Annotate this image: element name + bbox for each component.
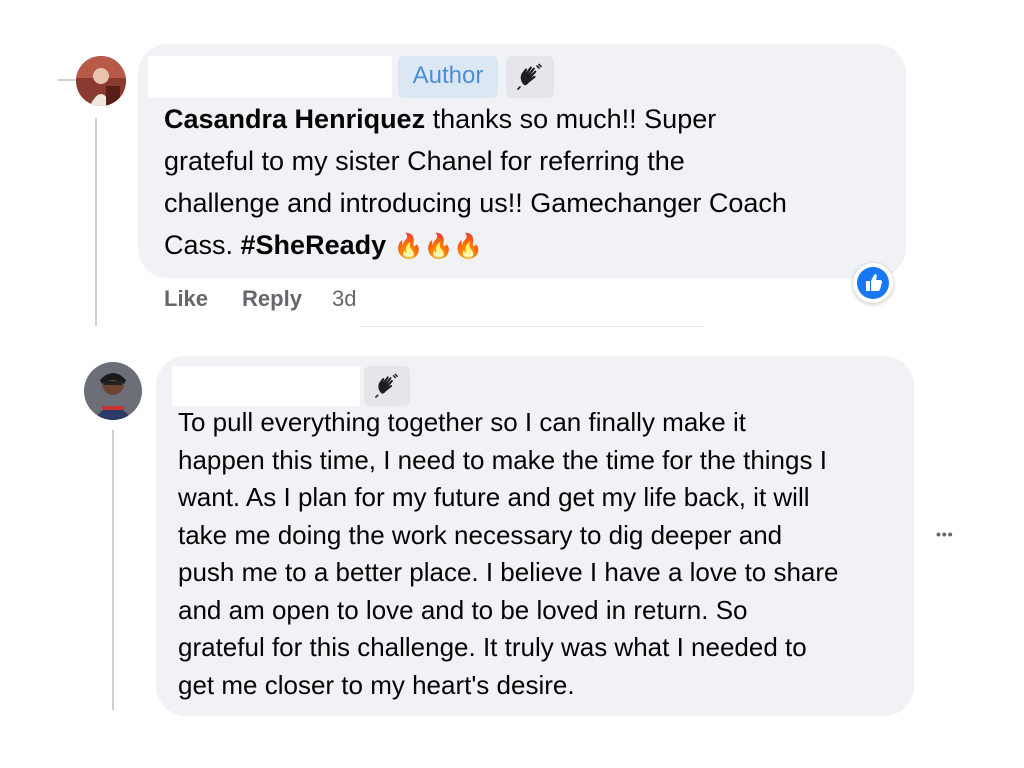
avatar[interactable]: [84, 362, 142, 420]
like-reaction-icon[interactable]: [853, 263, 893, 303]
thread-connector-horizontal: [58, 79, 78, 81]
author-badge: Author: [398, 56, 498, 98]
hashtag-link[interactable]: #SheReady: [241, 230, 387, 260]
waving-hand-icon: [364, 366, 410, 406]
timestamp[interactable]: 3d: [332, 286, 356, 312]
reply-button[interactable]: Reply: [242, 286, 302, 312]
divider: [360, 326, 704, 327]
redacted-name: [172, 366, 360, 406]
comment-actions: Like Reply 3d: [164, 286, 356, 312]
more-options-button[interactable]: •••: [936, 526, 954, 542]
waving-hand-icon: [506, 56, 554, 98]
fire-emoji: 🔥🔥🔥: [393, 233, 484, 260]
avatar[interactable]: [76, 56, 126, 106]
author-name-link[interactable]: Casandra Henriquez: [164, 104, 425, 134]
like-button[interactable]: Like: [164, 286, 208, 312]
thread-connector-vertical-2: [112, 430, 114, 710]
redacted-name: [148, 56, 392, 98]
comment-text: Casandra Henriquez thanks so much!! Supe…: [164, 104, 787, 260]
comment-text: To pull everything together so I can fin…: [178, 407, 839, 700]
thread-connector-vertical: [95, 118, 97, 326]
